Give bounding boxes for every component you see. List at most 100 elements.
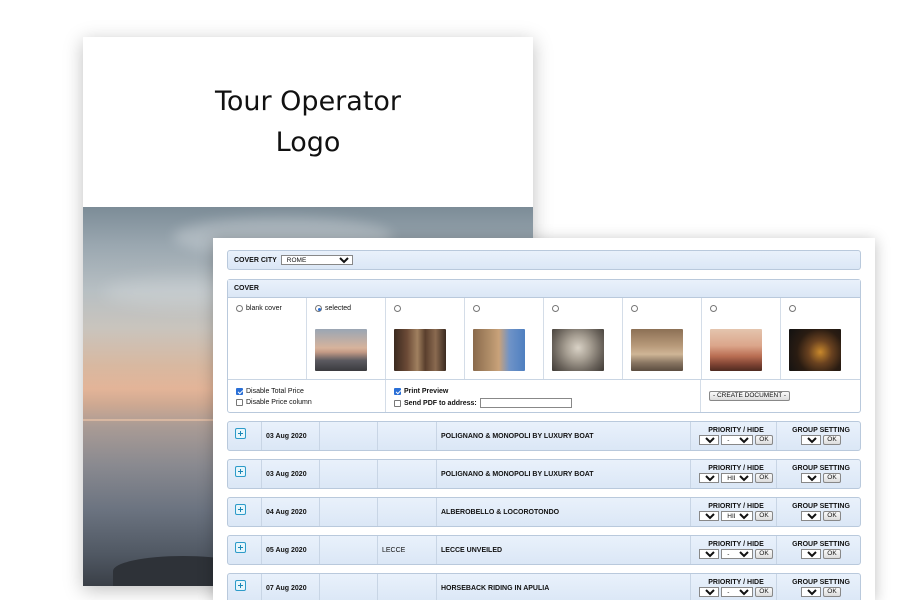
radio-icon[interactable] (631, 305, 638, 312)
priority-hide-label: PRIORITY / HIDE (708, 427, 764, 434)
group-setting-label: GROUP SETTING (792, 427, 850, 434)
group-setting-label: GROUP SETTING (792, 465, 850, 472)
radio-icon[interactable] (236, 305, 243, 312)
cover-section: COVER blank cover selected Disable Total… (227, 279, 861, 413)
group-ok-button[interactable]: OK (823, 587, 841, 597)
group-ok-button[interactable]: OK (823, 435, 841, 445)
expand-plus-icon[interactable] (235, 466, 246, 477)
cover-options-footer: Disable Total Price Disable Price column… (228, 380, 860, 412)
expand-plus-icon[interactable] (235, 580, 246, 591)
logo-text-line1: Tour Operator (214, 86, 402, 117)
document-settings-panel: COVER CITY ROME COVER blank cover select… (213, 238, 875, 600)
activity-date: 03 Aug 2020 (262, 422, 320, 450)
pdf-email-field[interactable] (479, 398, 572, 408)
radio-icon[interactable] (789, 305, 796, 312)
night-colosseum-thumbnail[interactable] (789, 329, 841, 371)
priority-select[interactable]: 0 (699, 511, 720, 521)
activity-city (378, 574, 437, 600)
trevi-fountain-thumbnail[interactable] (631, 329, 683, 371)
activity-title: ALBEROBELLO & LOCOROTONDO (437, 498, 691, 526)
radio-icon[interactable] (394, 305, 401, 312)
priority-hide-label: PRIORITY / HIDE (708, 579, 764, 586)
rome-skyline-thumbnail[interactable] (710, 329, 762, 371)
group-ok-button[interactable]: OK (823, 473, 841, 483)
cover-label: COVER (228, 280, 860, 298)
cover-option-2[interactable] (386, 298, 465, 379)
activity-row: 07 Aug 2020 HORSEBACK RIDING IN APULIA P… (227, 573, 861, 600)
hide-select[interactable]: - (721, 587, 754, 597)
priority-ok-button[interactable]: OK (755, 511, 773, 521)
cover-city-row: COVER CITY ROME (227, 250, 861, 270)
radio-icon[interactable] (473, 305, 480, 312)
create-area: - CREATE DOCUMENT - (701, 380, 860, 412)
priority-ok-button[interactable]: OK (755, 473, 773, 483)
priority-hide-label: PRIORITY / HIDE (708, 541, 764, 548)
activity-title: POLIGNANO & MONOPOLI BY LUXURY BOAT (437, 460, 691, 488)
activity-city (378, 498, 437, 526)
group-select[interactable]: A (801, 473, 822, 483)
hide-select[interactable]: - (721, 549, 754, 559)
activity-city (378, 460, 437, 488)
activity-date: 04 Aug 2020 (262, 498, 320, 526)
print-preview-checkbox[interactable] (394, 388, 401, 395)
group-ok-button[interactable]: OK (823, 549, 841, 559)
radio-icon[interactable] (315, 305, 322, 312)
send-pdf-checkbox[interactable] (394, 399, 401, 407)
group-select[interactable]: B (801, 549, 822, 559)
priority-hide-controls: PRIORITY / HIDE 0 - OK (691, 422, 777, 450)
activity-row: 04 Aug 2020 ALBEROBELLO & LOCOROTONDO PR… (227, 497, 861, 527)
group-setting-controls: GROUP SETTING - OK (777, 498, 860, 526)
pantheon-thumbnail[interactable] (394, 329, 446, 371)
priority-ok-button[interactable]: OK (755, 435, 773, 445)
group-ok-button[interactable]: OK (823, 511, 841, 521)
logo-text-line2: Logo (275, 127, 341, 158)
cover-option-6[interactable] (702, 298, 781, 379)
create-document-button[interactable]: - CREATE DOCUMENT - (709, 391, 791, 401)
priority-hide-label: PRIORITY / HIDE (708, 465, 764, 472)
cover-option-3[interactable] (465, 298, 544, 379)
cover-option-4[interactable] (544, 298, 623, 379)
group-setting-label: GROUP SETTING (792, 579, 850, 586)
priority-select[interactable]: 0 (699, 473, 720, 483)
group-setting-controls: GROUP SETTING B OK (777, 536, 860, 564)
disable-total-price-checkbox[interactable] (236, 388, 243, 395)
colosseum-thumbnail[interactable] (473, 329, 525, 371)
cover-city-select[interactable]: ROME (280, 255, 353, 265)
cover-option-blank[interactable]: blank cover (228, 298, 307, 379)
hide-select[interactable]: HIDE (721, 511, 754, 521)
activity-date: 03 Aug 2020 (262, 460, 320, 488)
expand-plus-icon[interactable] (235, 428, 246, 439)
priority-ok-button[interactable]: OK (755, 587, 773, 597)
activity-city (378, 422, 437, 450)
hide-select[interactable]: - (721, 435, 754, 445)
activity-title: LECCE UNVEILED (437, 536, 691, 564)
expand-plus-icon[interactable] (235, 542, 246, 553)
radio-icon[interactable] (710, 305, 717, 312)
cover-option-7[interactable] (781, 298, 860, 379)
priority-hide-controls: PRIORITY / HIDE 0 - OK (691, 574, 777, 600)
activity-blank (320, 460, 378, 488)
hide-select[interactable]: HIDE (721, 473, 754, 483)
activity-row: 05 Aug 2020 LECCE LECCE UNVEILED PRIORIT… (227, 535, 861, 565)
activity-title: POLIGNANO & MONOPOLI BY LUXURY BOAT (437, 422, 691, 450)
activity-blank (320, 574, 378, 600)
disable-price-column-checkbox[interactable] (236, 399, 243, 406)
activity-blank (320, 536, 378, 564)
activity-date: 05 Aug 2020 (262, 536, 320, 564)
group-setting-label: GROUP SETTING (792, 503, 850, 510)
priority-select[interactable]: 0 (699, 435, 720, 445)
group-select[interactable]: A (801, 435, 822, 445)
cover-option-5[interactable] (623, 298, 702, 379)
cover-option-1[interactable]: selected (307, 298, 386, 379)
statue-thumbnail[interactable] (552, 329, 604, 371)
expand-plus-icon[interactable] (235, 504, 246, 515)
priority-select[interactable]: 0 (699, 587, 720, 597)
priority-select[interactable]: 4 (699, 549, 720, 559)
priority-hide-label: PRIORITY / HIDE (708, 503, 764, 510)
group-select[interactable]: - (801, 587, 822, 597)
group-select[interactable]: - (801, 511, 822, 521)
priority-ok-button[interactable]: OK (755, 549, 773, 559)
priority-hide-controls: PRIORITY / HIDE 0 HIDE OK (691, 498, 777, 526)
radio-icon[interactable] (552, 305, 559, 312)
coastal-sunset-thumbnail[interactable] (315, 329, 367, 371)
